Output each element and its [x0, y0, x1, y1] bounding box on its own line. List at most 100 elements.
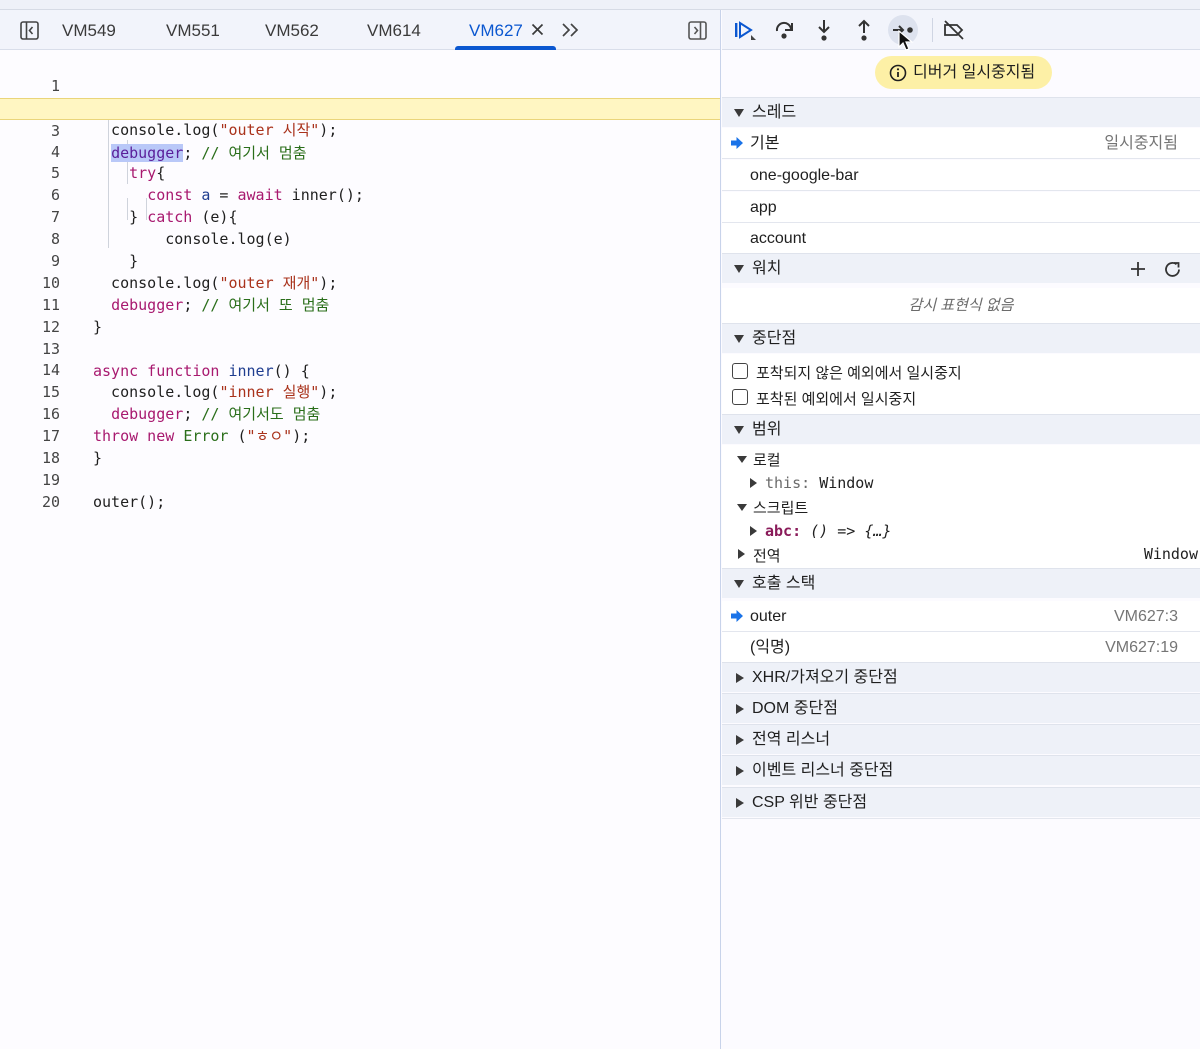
- event-listener-breakpoints-section-header[interactable]: 이벤트 리스너 중단점: [722, 755, 1200, 785]
- add-watch-icon[interactable]: [1130, 261, 1146, 277]
- watch-section-header[interactable]: 워치: [722, 253, 1200, 283]
- toolbar-separator: [932, 18, 933, 42]
- tab-vm549[interactable]: VM549: [62, 10, 116, 50]
- code-line[interactable]: 8 }: [0, 207, 720, 270]
- thread-status: 일시중지됨: [1104, 135, 1178, 152]
- mouse-cursor-icon: [898, 30, 914, 51]
- code-line[interactable]: 7 console.log(e): [0, 185, 720, 248]
- expand-triangle-icon: [734, 580, 744, 588]
- section-title: 이벤트 리스너 중단점: [752, 762, 894, 779]
- code-line[interactable]: 14 console.log("inner 실행");: [0, 339, 720, 401]
- code-editor[interactable]: 1 async function outer() { 2 console.log…: [0, 54, 720, 511]
- code-line[interactable]: 13 async function inner() {: [0, 317, 720, 380]
- paused-status-badge: 디버거 일시중지됨: [875, 56, 1052, 89]
- step-over-icon[interactable]: [772, 18, 796, 42]
- tab-vm551[interactable]: VM551: [166, 10, 220, 50]
- expand-triangle-icon[interactable]: [750, 478, 757, 488]
- expand-triangle-icon: [734, 426, 744, 434]
- call-stack-section-header[interactable]: 호출 스택: [722, 568, 1200, 598]
- collapsed-triangle-icon: [736, 766, 744, 776]
- expand-triangle-icon: [734, 335, 744, 343]
- code-line[interactable]: 11 }: [0, 273, 720, 336]
- editor-pane: VM549 VM551 VM562 VM614 VM627 1 console.…: [0, 10, 721, 1049]
- scope-this-entry[interactable]: this: Window: [765, 474, 873, 492]
- code-line[interactable]: 20: [0, 470, 720, 511]
- code-line[interactable]: 19 outer();: [0, 448, 720, 511]
- code-line[interactable]: 2 console.log("outer 시작");: [0, 76, 720, 139]
- dom-breakpoints-section-header[interactable]: DOM 중단점: [722, 693, 1200, 723]
- collapsed-triangle-icon: [736, 798, 744, 808]
- call-frame[interactable]: (익명) VM627:19: [722, 632, 1200, 663]
- scope-global-label[interactable]: 전역: [753, 545, 781, 566]
- deactivate-breakpoints-icon[interactable]: [942, 18, 966, 42]
- thread-item-main[interactable]: 기본 일시중지됨: [722, 128, 1200, 159]
- threads-section-header[interactable]: 스레드: [722, 97, 1200, 127]
- expand-triangle-icon[interactable]: [750, 526, 757, 536]
- checkbox-label: 포착된 예외에서 일시중지: [756, 391, 917, 408]
- breakpoints-section-header[interactable]: 중단점: [722, 323, 1200, 353]
- refresh-icon[interactable]: [1163, 260, 1182, 279]
- debugger-toolbar: [722, 10, 1200, 51]
- section-title: 스레드: [752, 104, 797, 121]
- collapsed-triangle-icon: [736, 704, 744, 714]
- global-listeners-section-header[interactable]: 전역 리스너: [722, 724, 1200, 754]
- section-title: DOM 중단점: [752, 700, 838, 717]
- code-line[interactable]: 6 } catch (e){: [0, 163, 720, 226]
- thread-item[interactable]: account: [722, 223, 1200, 254]
- code-line[interactable]: 12: [0, 295, 720, 336]
- breakpoint-options: 포착되지 않은 예외에서 일시중지 포착된 예외에서 일시중지: [722, 354, 1200, 414]
- expand-triangle-icon[interactable]: [737, 504, 747, 511]
- window-top-strip: [0, 0, 1200, 10]
- section-title: 중단점: [752, 330, 797, 347]
- code-line[interactable]: 17 }: [0, 404, 720, 467]
- tab-vm614[interactable]: VM614: [367, 10, 421, 50]
- pause-caught-checkbox[interactable]: [732, 389, 748, 405]
- call-frame-current[interactable]: outer VM627:3: [722, 601, 1200, 632]
- frame-location[interactable]: VM627:19: [1105, 632, 1178, 663]
- section-title: 범위: [752, 421, 782, 438]
- step-out-icon[interactable]: [852, 18, 876, 42]
- info-icon: [889, 64, 907, 82]
- line-number[interactable]: 20: [0, 492, 60, 514]
- current-execution-line[interactable]: 3 debugger; // 여기서 멈춤: [0, 97, 720, 162]
- frame-name: (익명): [750, 639, 791, 656]
- debugger-panel-toggle-icon[interactable]: [688, 21, 707, 40]
- scope-section-header[interactable]: 범위: [722, 414, 1200, 444]
- code-line[interactable]: 18: [0, 426, 720, 467]
- expand-triangle-icon[interactable]: [737, 456, 747, 463]
- thread-item[interactable]: one-google-bar: [722, 160, 1200, 191]
- code-line[interactable]: 4 try{: [0, 120, 720, 183]
- xhr-breakpoints-section-header[interactable]: XHR/가져오기 중단점: [722, 662, 1200, 692]
- expand-triangle-icon: [734, 109, 744, 117]
- scope-tree: 로컬 this: Window 스크립트 abc: () => {…} 전역 W…: [722, 445, 1200, 569]
- scope-abc-entry[interactable]: abc: () => {…}: [765, 522, 891, 540]
- code-line[interactable]: 15 debugger; // 여기서도 멈춤: [0, 360, 720, 423]
- section-title: 호출 스택: [752, 575, 816, 592]
- navigator-toggle-icon[interactable]: [20, 21, 39, 40]
- thread-item[interactable]: app: [722, 192, 1200, 223]
- more-tabs-icon[interactable]: [561, 22, 581, 38]
- frame-location[interactable]: VM627:3: [1114, 601, 1178, 632]
- close-icon[interactable]: [531, 23, 544, 36]
- tab-vm562[interactable]: VM562: [265, 10, 319, 50]
- devtools-sources-panel: VM549 VM551 VM562 VM614 VM627 1 console.…: [0, 0, 1200, 1049]
- scope-script-label[interactable]: 스크립트: [753, 497, 808, 518]
- step-into-icon[interactable]: [812, 18, 836, 42]
- thread-name: account: [750, 230, 807, 247]
- tab-vm627[interactable]: VM627: [469, 10, 523, 50]
- code-line[interactable]: 16 throw new Error ("ㅎㅇ");: [0, 382, 720, 445]
- expand-triangle-icon[interactable]: [738, 549, 745, 559]
- csp-violation-breakpoints-section-header[interactable]: CSP 위반 중단점: [722, 787, 1200, 817]
- property-value: Window: [819, 474, 874, 492]
- resume-icon[interactable]: [732, 18, 756, 42]
- editor-tab-bar: VM549 VM551 VM562 VM614 VM627: [0, 10, 720, 50]
- code-line[interactable]: 1 async function outer() {: [0, 54, 720, 117]
- code-line[interactable]: 10 debugger; // 여기서 또 멈춤: [0, 251, 720, 314]
- thread-name: 기본: [750, 135, 780, 152]
- section-title: 워치: [752, 260, 782, 277]
- pause-uncaught-checkbox[interactable]: [732, 363, 748, 379]
- property-value: () => {…}: [810, 522, 892, 540]
- code-line[interactable]: 5 const a = await inner();: [0, 142, 720, 204]
- code-line[interactable]: 9 console.log("outer 재개");: [0, 229, 720, 292]
- scope-local-label[interactable]: 로컬: [753, 449, 781, 470]
